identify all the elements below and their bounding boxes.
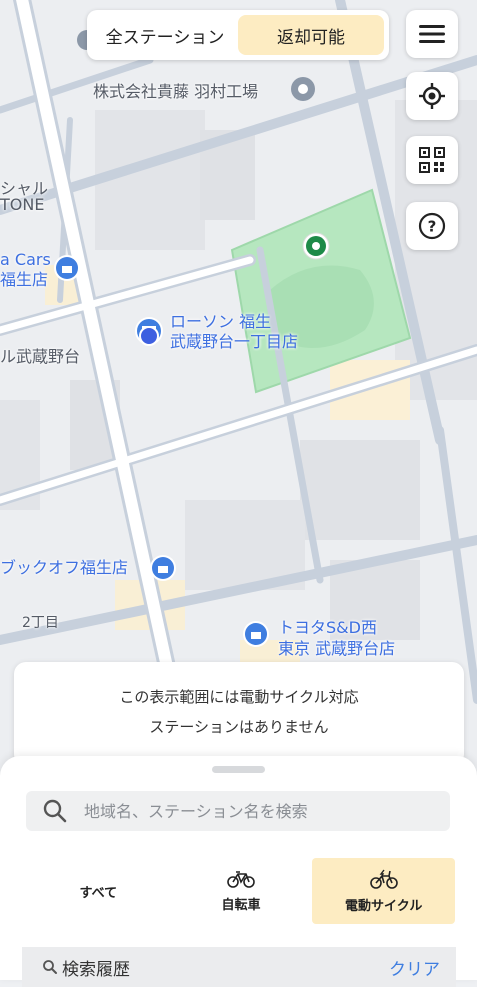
building-block	[300, 440, 420, 540]
shop-pin[interactable]	[54, 255, 80, 281]
tab-all[interactable]: すべて	[27, 858, 170, 924]
map-label-company: 株式会社貴藤 羽村工場	[93, 82, 259, 101]
crosshair-icon	[419, 83, 445, 109]
map-label-chome: 2丁目	[22, 615, 59, 631]
svg-text:?: ?	[428, 218, 437, 236]
search-input[interactable]	[82, 800, 426, 822]
tab-all-label: すべて	[79, 885, 118, 901]
map-label-bookoff: ブックオフ福生店	[0, 558, 129, 577]
menu-button[interactable]	[406, 10, 458, 58]
place-pin[interactable]	[291, 77, 315, 101]
station-filter: 全ステーション 返却可能	[87, 10, 389, 60]
filter-returnable[interactable]: 返却可能	[238, 15, 384, 55]
filter-all-stations[interactable]: 全ステーション	[92, 15, 238, 55]
locate-button[interactable]	[406, 72, 458, 120]
notice-line-2: ステーションはありません	[149, 718, 329, 736]
shop-pin[interactable]	[243, 621, 269, 647]
map-label-lawson-branch: 武蔵野台一丁目店	[170, 332, 299, 351]
help-button[interactable]: ?	[406, 202, 458, 250]
map-label-toyota-branch: 東京 武蔵野台店	[278, 639, 396, 658]
station-pin[interactable]	[302, 232, 330, 260]
hamburger-icon	[419, 25, 445, 43]
bottom-sheet: すべて 自転車 電動サイクル 検索履歴	[0, 756, 477, 987]
question-icon: ?	[418, 212, 446, 240]
tab-bicycle[interactable]: 自転車	[170, 858, 313, 924]
clear-history-button[interactable]: クリア	[389, 955, 440, 980]
search-icon	[43, 960, 57, 974]
search-icon	[43, 799, 67, 823]
tab-e-bike-label: 電動サイクル	[345, 898, 423, 914]
search-history-header: 検索履歴 クリア	[22, 947, 456, 987]
bicycle-icon	[227, 870, 255, 888]
map-label-toyota: トヨタS&D西	[278, 618, 377, 637]
notice-line-1: この表示範囲には電動サイクル対応	[119, 688, 359, 706]
search-history-label: 検索履歴	[62, 959, 130, 980]
qr-code-icon	[419, 147, 445, 173]
map-label-lawson: ローソン 福生	[170, 312, 272, 331]
e-bike-icon	[369, 869, 398, 889]
tab-bicycle-label: 自転車	[221, 897, 261, 913]
map-label-tone: TONE	[0, 195, 45, 214]
road	[436, 426, 477, 704]
no-station-notice: この表示範囲には電動サイクル対応 ステーションはありません	[14, 662, 464, 766]
station-search[interactable]	[26, 791, 450, 831]
sheet-drag-handle[interactable]	[212, 766, 265, 773]
shop-pin[interactable]	[150, 555, 176, 581]
qr-scan-button[interactable]	[406, 136, 458, 184]
map-label-cars: a Cars	[0, 250, 51, 269]
current-location-dot	[139, 326, 159, 346]
map-label-cars-branch: 福生店	[0, 270, 49, 289]
map-label-musashino: ル武蔵野台	[0, 347, 81, 366]
tab-e-bike[interactable]: 電動サイクル	[312, 858, 456, 924]
vehicle-type-tabs: すべて 自転車 電動サイクル	[27, 858, 456, 924]
